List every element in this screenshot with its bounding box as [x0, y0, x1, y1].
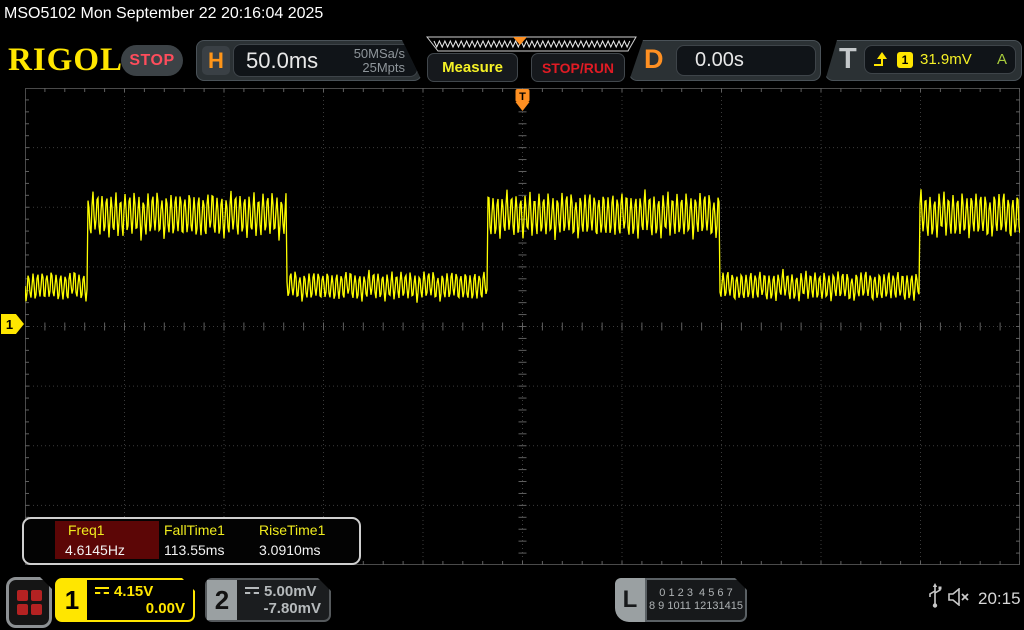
measurement-value: 113.55ms — [164, 542, 224, 558]
trigger-t-icon: T — [839, 43, 857, 76]
sample-rate: 50MSa/s — [354, 47, 405, 61]
run-state-indicator[interactable]: STOP — [121, 45, 183, 76]
horizontal-panel[interactable]: H 50.0ms 50MSa/s 25Mpts — [196, 40, 422, 81]
measure-button[interactable]: Measure — [427, 53, 518, 82]
ch1-ground-marker-label: 1 — [6, 317, 13, 332]
delay-d-icon: D — [644, 44, 664, 75]
measure-button-label: Measure — [442, 59, 503, 76]
window-layout-icon-squares — [17, 590, 42, 615]
rising-edge-icon — [873, 50, 890, 69]
channel-1-values: 4.15V 0.00V — [87, 580, 193, 620]
channel-1-badge: 1 — [57, 580, 87, 620]
delay-value: 0.00s — [695, 46, 744, 75]
channel-2-scale: 5.00mV — [264, 583, 317, 600]
delay-panel[interactable]: D 0.00s — [629, 40, 821, 81]
titlebar: MSO5102 Mon September 22 20:16:04 2025 — [0, 0, 1024, 30]
dc-coupling-icon — [245, 587, 259, 597]
clock: 20:15 — [978, 589, 1021, 609]
channel-2-values: 5.00mV -7.80mV — [237, 580, 329, 620]
horizontal-h-icon: H — [202, 46, 230, 75]
measurement-name: RiseTime1 — [259, 522, 325, 538]
delay-inset: 0.00s — [676, 45, 816, 76]
channel-1-offset: 0.00V — [95, 600, 185, 617]
trigger-position-marker: T — [519, 91, 526, 103]
stop-run-button[interactable]: STOP/RUN — [531, 53, 625, 82]
run-state-label: STOP — [129, 52, 174, 70]
model-and-datetime: MSO5102 Mon September 22 20:16:04 2025 — [4, 5, 323, 22]
trigger-level-value: 31.9mV — [920, 51, 972, 68]
measurement-value: 3.0910ms — [259, 542, 320, 558]
trigger-inset: 1 31.9mV A — [864, 45, 1016, 74]
memory-depth: 25Mpts — [354, 61, 405, 75]
channel-2-block[interactable]: 2 5.00mV -7.80mV — [205, 578, 331, 622]
graticule: T — [25, 88, 1020, 565]
measurement-name: FallTime1 — [164, 522, 225, 538]
logic-channels-row2: 8 9 1011 12131415 — [647, 600, 745, 613]
channel-2-badge: 2 — [207, 580, 237, 620]
speaker-muted-icon[interactable] — [948, 588, 973, 606]
measurement-value: 4.6145Hz — [65, 542, 125, 558]
logic-channels-row1: 0 1 2 3 4 5 6 7 — [647, 587, 745, 600]
timebase-value: 50.0ms — [246, 45, 318, 76]
horizontal-position-preview[interactable] — [426, 36, 638, 52]
measurement-results-box[interactable]: Freq1 4.6145Hz FallTime1 113.55ms RiseTi… — [22, 517, 361, 565]
usb-icon — [928, 583, 942, 609]
ch1-ground-marker[interactable]: 1 — [1, 314, 24, 334]
measurement-name: Freq1 — [68, 522, 105, 538]
rigol-logo: RIGOL — [8, 42, 123, 79]
logic-channels-block[interactable]: 0 1 2 3 4 5 6 7 8 9 1011 12131415 — [645, 578, 747, 622]
trigger-mode: A — [997, 51, 1007, 68]
channel-1-block[interactable]: 1 4.15V 0.00V — [55, 578, 195, 622]
dc-coupling-icon — [95, 587, 109, 597]
stop-run-button-label: STOP/RUN — [542, 60, 614, 76]
logic-channels-badge[interactable]: L — [615, 578, 645, 622]
window-layout-icon[interactable] — [6, 577, 52, 628]
trigger-panel[interactable]: T 1 31.9mV A — [825, 40, 1022, 81]
horizontal-inset: 50.0ms 50MSa/s 25Mpts — [233, 44, 418, 77]
acquisition-info: 50MSa/s 25Mpts — [354, 47, 405, 75]
trigger-source-badge: 1 — [897, 52, 913, 68]
channel-2-offset: -7.80mV — [245, 600, 321, 617]
channel-1-scale: 4.15V — [114, 583, 153, 600]
